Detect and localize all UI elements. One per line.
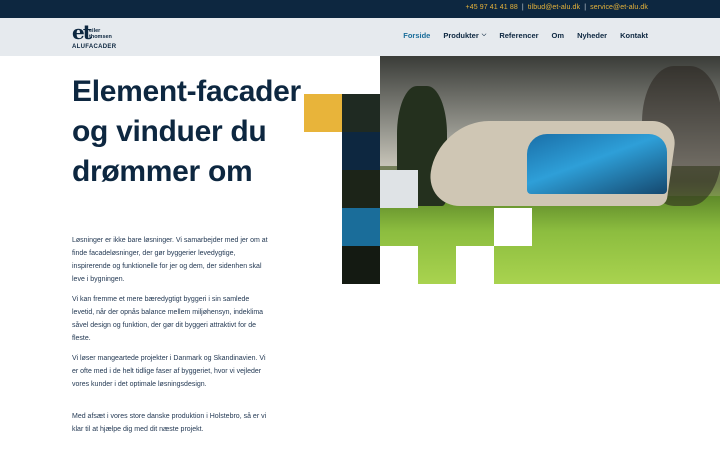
nav-item-referencer[interactable]: Referencer (499, 31, 538, 40)
deco-square-yellow (304, 94, 342, 132)
logo-name-line2: thomsen (89, 34, 112, 40)
site-logo[interactable]: et eiler thomsen ALUFACADER (72, 20, 132, 52)
deco-square-white (456, 246, 494, 284)
hero-title: Element-facader og vinduer du drømmer om (72, 75, 301, 188)
separator: | (521, 4, 524, 11)
logo-mark: et (72, 20, 92, 44)
deco-square-blue (342, 208, 380, 246)
nav-item-forside[interactable]: Forside (403, 31, 430, 40)
bid-email-link[interactable]: tilbud@et-alu.dk (528, 4, 580, 11)
nav-item-produkter[interactable]: Produkter ⌵ (443, 31, 486, 40)
deco-square-white (380, 246, 418, 284)
sustainability-paragraph: Vi kan fremme et mere bæredygtigt bygger… (72, 296, 264, 342)
contact-info: +45 97 41 41 88 | tilbud@et-alu.dk | ser… (466, 4, 648, 11)
nav-item-kontakt[interactable]: Kontakt (620, 31, 648, 40)
service-email-link[interactable]: service@et-alu.dk (590, 4, 648, 11)
separator: | (584, 4, 587, 11)
top-contact-bar: +45 97 41 41 88 | tilbud@et-alu.dk | ser… (0, 0, 720, 18)
deco-square-dark (342, 94, 380, 132)
logo-name: eiler thomsen (89, 28, 112, 40)
chevron-down-icon: ⌵ (481, 32, 487, 38)
main-navbar: et eiler thomsen ALUFACADER Forside Prod… (0, 18, 720, 56)
deco-square-light (380, 170, 418, 208)
nav-item-om[interactable]: Om (552, 31, 565, 40)
nav-item-nyheder[interactable]: Nyheder (577, 31, 607, 40)
logo-subtitle: ALUFACADER (72, 44, 117, 50)
deco-square-white (342, 56, 380, 94)
main-menu: Forside Produkter ⌵ Referencer Om Nyhede… (403, 31, 648, 40)
deco-square-white (494, 208, 532, 246)
nav-item-label: Produkter (443, 31, 479, 40)
photo-glass-facade (527, 134, 667, 194)
deco-square-dark (342, 170, 380, 208)
phone-link[interactable]: +45 97 41 41 88 (466, 4, 518, 11)
deco-square-navy (342, 132, 380, 170)
intro-paragraph: Løsninger er ikke bare løsninger. Vi sam… (72, 237, 268, 283)
production-paragraph: Med afsæt i vores store danske produktio… (72, 413, 267, 433)
projects-paragraph: Vi løser mangeartede projekter i Danmark… (72, 355, 266, 388)
deco-square-dark (342, 246, 380, 284)
